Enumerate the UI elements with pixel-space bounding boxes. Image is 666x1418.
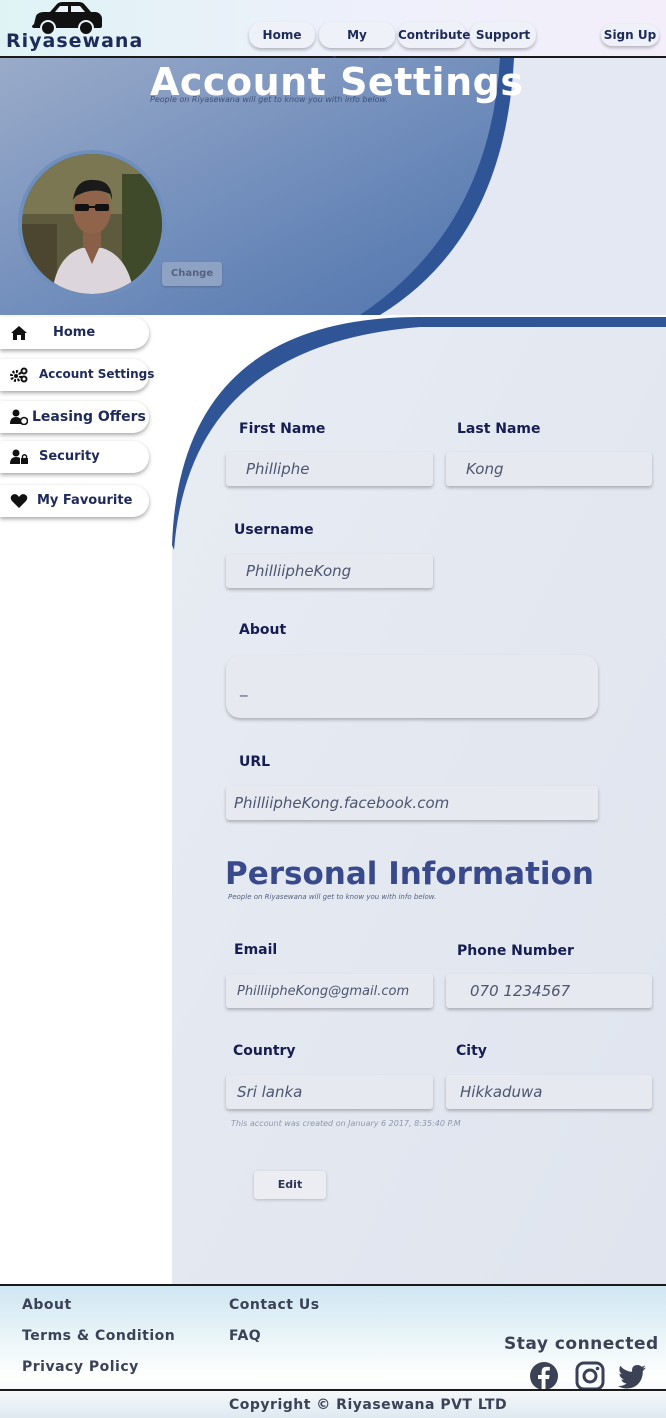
footer-link-privacy[interactable]: Privacy Policy [22,1359,139,1375]
username-value: PhilliipheKong [246,562,352,580]
phone-field[interactable]: 070 1234567 [446,974,652,1008]
about-value: _ [240,679,248,697]
footer-divider [0,1389,666,1391]
gears-icon [10,367,28,383]
nav-contribute[interactable]: Contribute [398,22,470,48]
about-textarea[interactable]: _ [226,655,598,718]
username-label: Username [234,522,314,538]
hero-banner: Account Settings People on Riyasewana wi… [0,58,666,315]
personal-info-subtitle: People on Riyasewana will get to know yo… [228,893,437,901]
url-label: URL [239,754,271,770]
city-value: Hikkaduwa [460,1083,543,1101]
sidebar-item-home[interactable]: Home [0,317,149,349]
sidebar-item-label: My Favourite [37,493,133,508]
edit-button[interactable]: Edit [254,1171,326,1199]
username-field[interactable]: PhilliipheKong [226,554,433,588]
change-photo-button[interactable]: Change [162,262,222,286]
personal-info-title: Personal Information [225,856,594,892]
heart-icon [10,494,28,508]
last-name-field[interactable]: Kong [446,452,652,486]
footer-link-terms[interactable]: Terms & Condition [22,1328,175,1344]
footer-link-about[interactable]: About [22,1297,72,1313]
last-name-label: Last Name [457,421,541,437]
city-label: City [456,1043,487,1059]
site-footer: About Terms & Condition Privacy Policy C… [0,1284,666,1418]
sidebar-item-account-settings[interactable]: Account Settings [0,359,154,391]
home-icon [11,326,27,340]
nav-my-account[interactable]: My Account [319,22,395,68]
twitter-icon[interactable] [617,1361,647,1391]
profile-photo [22,154,162,294]
email-label: Email [234,942,278,958]
page-subtitle: People on Riyasewana will get to know yo… [150,95,389,104]
brand-name[interactable]: Riyasewana [6,30,143,52]
url-value: PhilliipheKong.facebook.com [234,794,450,812]
email-field[interactable]: PhilliipheKong@gmail.com [226,974,433,1008]
copyright-text: Copyright © Riyasewana PVT LTD [229,1397,508,1413]
sign-up-button[interactable]: Sign Up [601,24,659,46]
sidebar-item-security[interactable]: Security [0,441,149,473]
nav-home[interactable]: Home [249,22,315,48]
nav-support[interactable]: Support [470,22,536,48]
user-lock-icon [10,449,28,464]
sidebar-item-label: Home [53,325,96,340]
instagram-icon[interactable] [575,1361,605,1391]
country-label: Country [233,1043,296,1059]
user-dollar-icon [10,409,28,425]
facebook-icon[interactable] [529,1361,559,1391]
sidebar-item-label: Leasing Offers [32,409,146,425]
country-field[interactable]: Sri lanka [226,1075,433,1109]
first-name-value: Philliphe [246,460,310,478]
sidebar-item-my-favourite[interactable]: My Favourite [0,485,149,517]
top-navbar: Riyasewana Home My Account Contribute Su… [0,0,666,68]
stay-connected-heading: Stay connected [504,1334,659,1354]
about-label: About [239,622,287,638]
first-name-label: First Name [239,421,326,437]
sidebar-item-label: Security [39,449,100,464]
phone-label: Phone Number [457,943,574,959]
last-name-value: Kong [466,460,504,478]
profile-avatar [18,150,166,298]
sidebar-item-leasing-offers[interactable]: Leasing Offers [0,401,149,433]
email-value: PhilliipheKong@gmail.com [237,984,410,999]
phone-value: 070 1234567 [470,982,571,1000]
url-field[interactable]: PhilliipheKong.facebook.com [226,786,598,820]
first-name-field[interactable]: Philliphe [226,452,433,486]
footer-link-contact[interactable]: Contact Us [229,1297,320,1313]
footer-link-faq[interactable]: FAQ [229,1328,261,1344]
city-field[interactable]: Hikkaduwa [446,1075,652,1109]
sidebar-item-label: Account Settings [39,367,155,381]
account-created-note: This account was created on January 6 20… [231,1119,461,1128]
country-value: Sri lanka [237,1083,303,1101]
